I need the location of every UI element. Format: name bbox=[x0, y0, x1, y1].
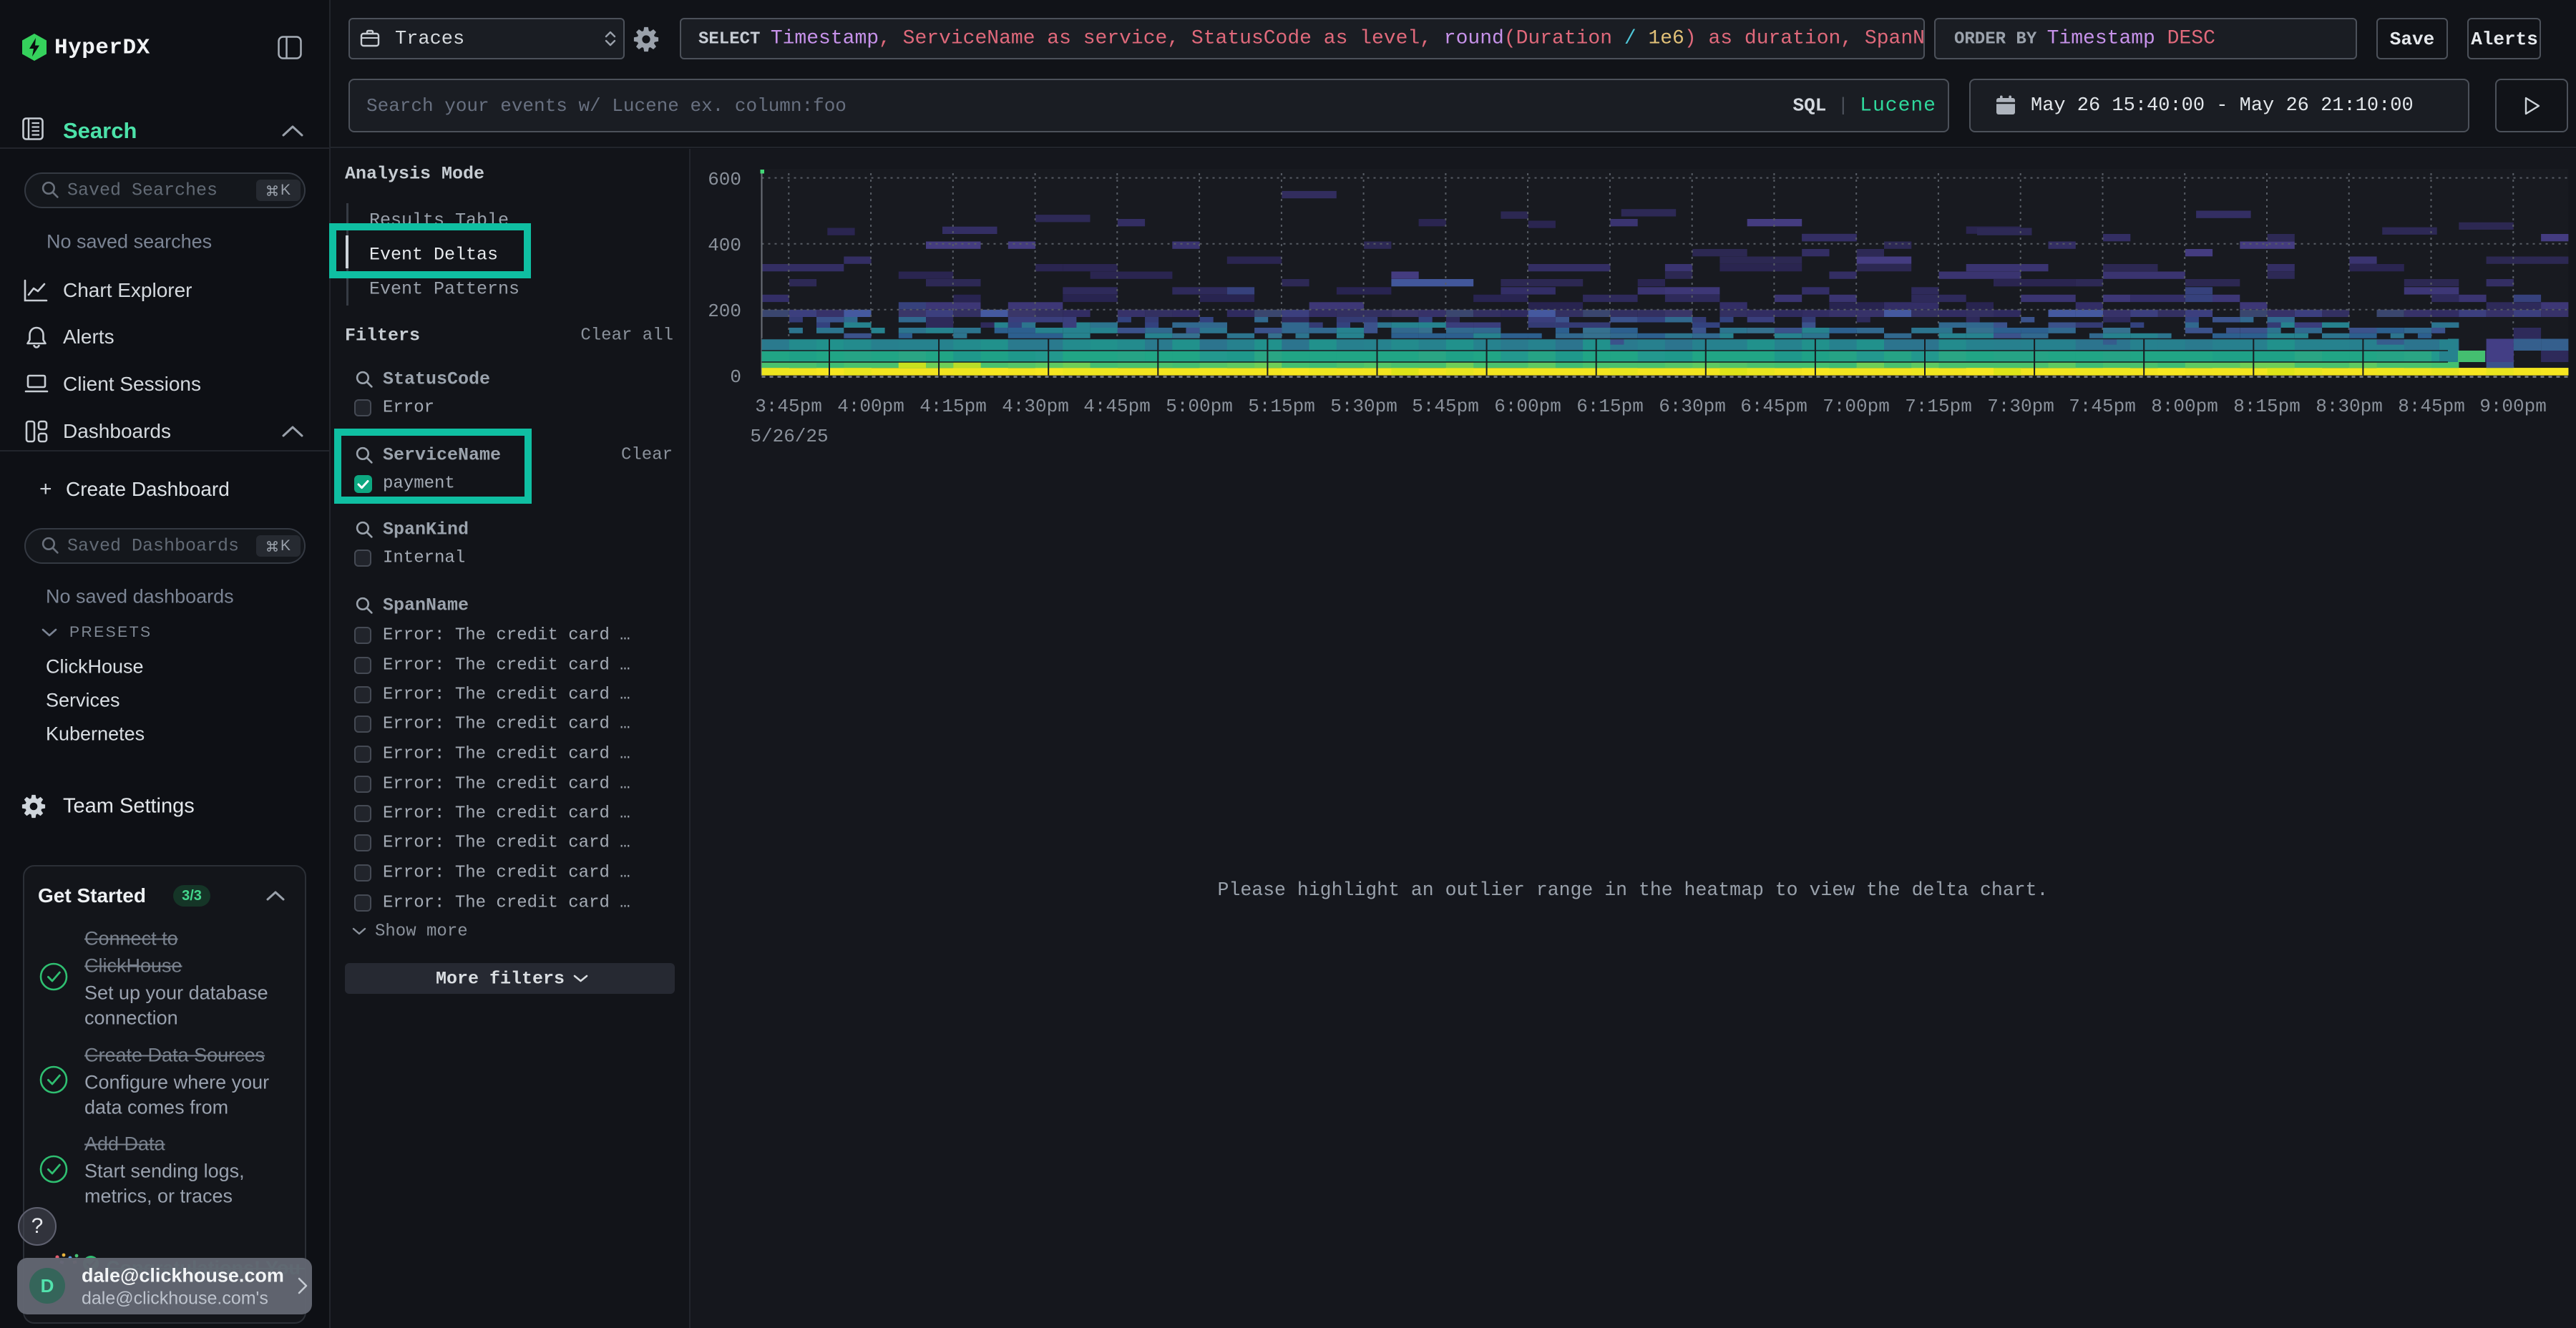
svg-text:7:30pm: 7:30pm bbox=[1987, 396, 2054, 417]
svg-text:5:15pm: 5:15pm bbox=[1248, 396, 1315, 417]
svg-text:7:00pm: 7:00pm bbox=[1823, 396, 1890, 417]
svg-text:8:15pm: 8:15pm bbox=[2233, 396, 2301, 417]
svg-text:7:45pm: 7:45pm bbox=[2069, 396, 2136, 417]
svg-text:7:15pm: 7:15pm bbox=[1905, 396, 1972, 417]
svg-text:8:30pm: 8:30pm bbox=[2316, 396, 2383, 417]
svg-text:400: 400 bbox=[708, 235, 741, 256]
svg-text:5/26/25: 5/26/25 bbox=[750, 426, 828, 447]
svg-text:0: 0 bbox=[730, 366, 741, 388]
svg-text:9:00pm: 9:00pm bbox=[2479, 396, 2547, 417]
svg-text:6:00pm: 6:00pm bbox=[1494, 396, 1561, 417]
svg-text:200: 200 bbox=[708, 301, 741, 322]
svg-text:600: 600 bbox=[708, 169, 741, 190]
svg-text:6:15pm: 6:15pm bbox=[1576, 396, 1644, 417]
svg-text:8:00pm: 8:00pm bbox=[2151, 396, 2218, 417]
svg-text:5:00pm: 5:00pm bbox=[1166, 396, 1233, 417]
svg-text:6:30pm: 6:30pm bbox=[1659, 396, 1726, 417]
svg-text:4:00pm: 4:00pm bbox=[837, 396, 904, 417]
svg-text:5:45pm: 5:45pm bbox=[1412, 396, 1479, 417]
svg-text:6:45pm: 6:45pm bbox=[1740, 396, 1807, 417]
svg-text:8:45pm: 8:45pm bbox=[2398, 396, 2465, 417]
svg-text:3:45pm: 3:45pm bbox=[755, 396, 822, 417]
svg-text:4:45pm: 4:45pm bbox=[1083, 396, 1151, 417]
svg-text:4:30pm: 4:30pm bbox=[1002, 396, 1069, 417]
svg-text:Please highlight an outlier ra: Please highlight an outlier range in the… bbox=[1218, 879, 2049, 901]
svg-text:4:15pm: 4:15pm bbox=[919, 396, 987, 417]
svg-text:5:30pm: 5:30pm bbox=[1330, 396, 1397, 417]
